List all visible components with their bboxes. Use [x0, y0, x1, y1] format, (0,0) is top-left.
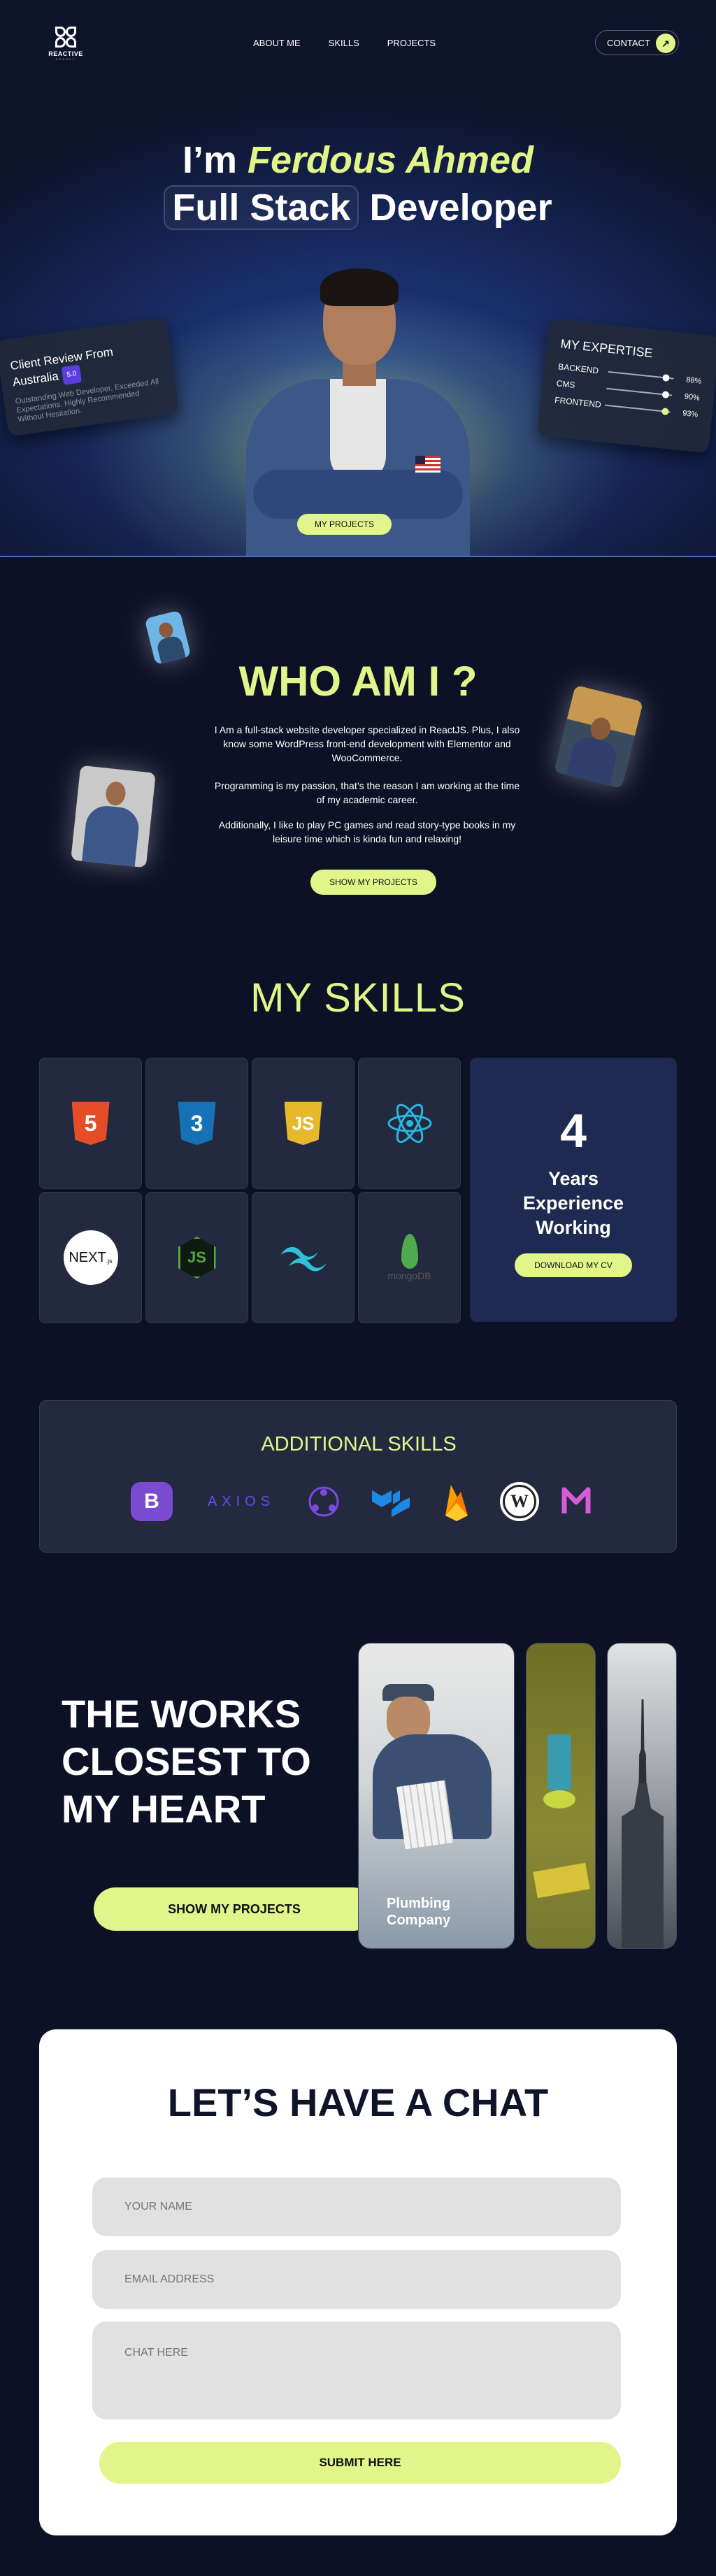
skill-tile-next: NEXT .js: [39, 1192, 142, 1323]
skill-tile-tailwind: [252, 1192, 355, 1323]
email-input[interactable]: [92, 2250, 621, 2309]
skill-tile-css: 3: [145, 1058, 248, 1189]
redux-icon: [303, 1479, 345, 1524]
work-card-architecture[interactable]: [607, 1643, 677, 1949]
bootstrap-icon: B: [129, 1479, 174, 1524]
brand-tagline: AGENCY: [55, 57, 76, 61]
works-title-line-1: THE WORKS: [62, 1692, 301, 1736]
submit-button[interactable]: SUBMIT HERE: [99, 2442, 621, 2484]
about-paragraph-1: I Am a full-stack website developer spec…: [214, 724, 520, 763]
axios-icon: AXIOS: [207, 1493, 275, 1509]
name-input[interactable]: [92, 2178, 621, 2236]
expertise-card: MY EXPERTISE BACKEND 88% CMS 90% FRONTEN…: [536, 318, 716, 454]
expertise-percent: 88%: [685, 375, 702, 386]
about-paragraph-3: Additionally, I like to play PC games an…: [218, 819, 516, 844]
skill-tile-react: [358, 1058, 461, 1189]
works-title-line-3: MY HEART: [62, 1787, 266, 1831]
message-textarea[interactable]: [92, 2322, 621, 2419]
years-label-2: Experience: [522, 1193, 624, 1214]
skills-title: MY SKILLS: [250, 975, 466, 1021]
additional-skills-card: ADDITIONAL SKILLS B AXIOS W: [39, 1400, 677, 1553]
expertise-label: CMS: [556, 378, 576, 390]
expertise-slider-dot: [661, 408, 670, 416]
mantine-icon: [559, 1479, 594, 1524]
expertise-label: BACKEND: [557, 361, 599, 376]
floating-photo-left: [71, 765, 156, 868]
about-paragraph-2: Programming is my passion, that’s the re…: [214, 780, 520, 805]
mongodb-label: mongoDB: [387, 1270, 431, 1281]
additional-skills-title: ADDITIONAL SKILLS: [261, 1433, 457, 1455]
arrow-up-right-icon: ↗: [656, 34, 675, 53]
nav-item-skills[interactable]: SKILLS: [329, 38, 359, 48]
client-review-card: Client Review From Australia 5.0 Outstand…: [0, 317, 180, 437]
work-card-label: Plumbing Company: [387, 1896, 451, 1928]
hero-name: Ferdous Ahmed: [248, 139, 534, 181]
skill-tile-node: JS: [145, 1192, 248, 1323]
hero-role-rest: Developer: [369, 187, 552, 229]
mui-icon: [368, 1479, 413, 1524]
work-card-product[interactable]: [526, 1643, 596, 1949]
my-projects-button[interactable]: MY PROJECTS: [297, 514, 392, 535]
chat-title: LET’S HAVE A CHAT: [167, 2080, 549, 2124]
nav-item-about[interactable]: ABOUT ME: [253, 38, 301, 48]
years-number: 4: [560, 1104, 587, 1158]
download-cv-button[interactable]: DOWNLOAD MY CV: [515, 1253, 632, 1277]
nav-item-projects[interactable]: PROJECTS: [387, 38, 436, 48]
expertise-percent: 93%: [682, 409, 699, 419]
show-projects-button[interactable]: SHOW MY PROJECTS: [310, 870, 436, 895]
years-experience-card: 4 Years Experience Working DOWNLOAD MY C…: [470, 1058, 677, 1322]
years-label-1: Years: [547, 1168, 599, 1189]
nodejs-icon: JS: [178, 1237, 216, 1279]
wordpress-icon: W: [497, 1479, 542, 1524]
hero-greeting: I’m: [182, 139, 237, 181]
expertise-slider-dot: [661, 374, 670, 382]
firebase-icon: [436, 1479, 478, 1524]
main-nav: ABOUT ME SKILLS PROJECTS: [253, 38, 436, 48]
work-card-plumbing[interactable]: Plumbing Company: [358, 1643, 515, 1949]
contact-button[interactable]: CONTACT ↗: [595, 30, 679, 55]
hero-section: REACTIVE AGENCY ABOUT ME SKILLS PROJECTS…: [0, 0, 716, 557]
contact-label: CONTACT: [607, 37, 650, 48]
skill-tile-html: 5: [39, 1058, 142, 1189]
about-title: WHO AM I ?: [238, 658, 478, 705]
works-title-line-2: CLOSEST TO: [62, 1739, 311, 1783]
flag-patch-icon: [415, 456, 441, 473]
rating-badge: 5.0: [61, 364, 83, 385]
hero-heading: I’m Ferdous Ahmed: [0, 138, 716, 182]
mongodb-icon: [401, 1234, 418, 1269]
expertise-label: FRONTEND: [554, 395, 602, 410]
hero-role-boxed: Full Stack: [164, 185, 359, 230]
brand-logo[interactable]: REACTIVE AGENCY: [48, 25, 84, 61]
javascript-icon: JS: [284, 1102, 322, 1145]
nextjs-icon: NEXT .js: [63, 1230, 118, 1285]
skill-tile-mongodb: mongoDB: [358, 1192, 461, 1323]
html5-icon: 5: [71, 1102, 110, 1145]
hero-role: Full Stack Developer: [0, 185, 716, 230]
react-icon: [387, 1103, 431, 1144]
years-label-3: Working: [536, 1217, 611, 1238]
works-show-projects-button[interactable]: SHOW MY PROJECTS: [94, 1887, 375, 1931]
brand-name: REACTIVE: [48, 50, 83, 57]
works-title: THE WORKS CLOSEST TO MY HEART: [62, 1690, 311, 1833]
tailwind-icon: [280, 1246, 327, 1272]
expertise-percent: 90%: [684, 392, 701, 403]
logo-mark-icon: [54, 25, 78, 49]
contact-form-card: LET’S HAVE A CHAT SUBMIT HERE: [39, 2029, 677, 2535]
css3-icon: 3: [178, 1102, 216, 1145]
expertise-slider-dot: [661, 391, 670, 399]
skill-tile-js: JS: [252, 1058, 355, 1189]
